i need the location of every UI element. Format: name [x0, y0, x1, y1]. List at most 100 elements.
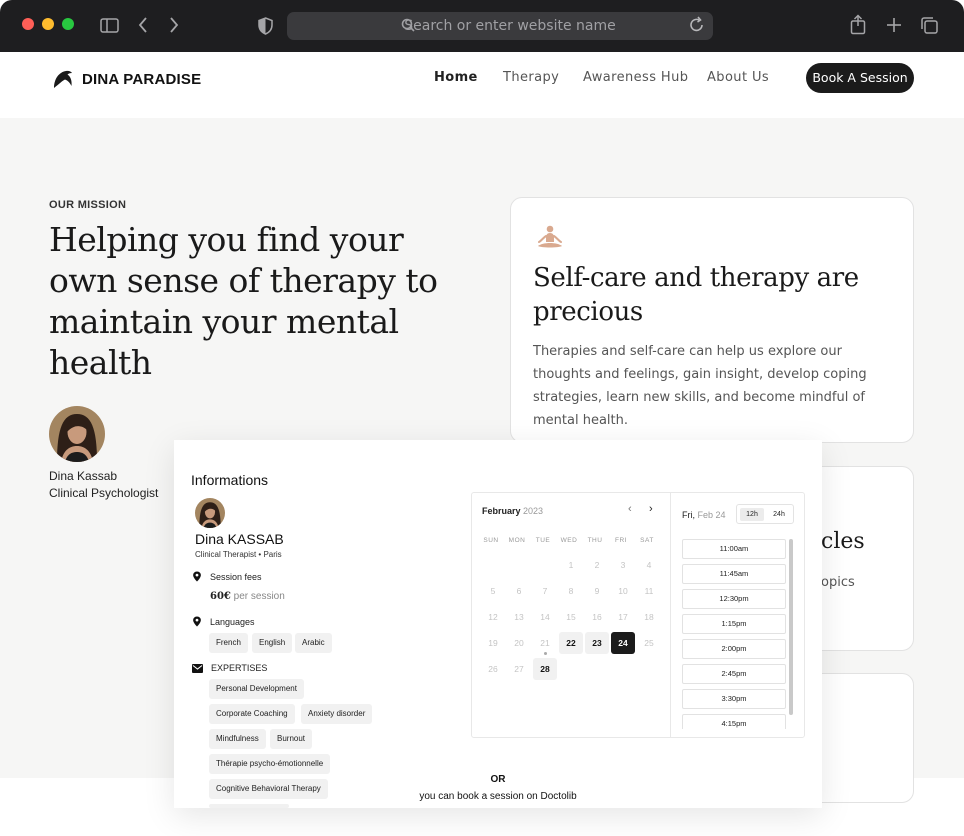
location-pin-icon — [193, 616, 201, 627]
calendar-day: 18 — [644, 612, 654, 622]
time-slot-button[interactable]: 2:45pm — [682, 664, 786, 684]
book-session-button[interactable]: Book A Session — [806, 63, 914, 93]
calendar-day: 1 — [568, 560, 574, 570]
minimize-window-button[interactable] — [42, 18, 54, 30]
section-label: OUR MISSION — [49, 199, 127, 211]
booking-calendar: February 2023 ‹ › SUN MON TUE WED THU FR… — [471, 492, 805, 738]
calendar-day[interactable]: 23 — [585, 632, 609, 654]
calendar-day: 8 — [568, 586, 574, 596]
calendar-day: 16 — [592, 612, 602, 622]
doctolib-link[interactable]: you can book a session on Doctolib — [174, 791, 822, 802]
reload-icon[interactable] — [689, 16, 705, 34]
sidebar-toggle-icon[interactable] — [100, 18, 119, 33]
address-placeholder: Search or enter website name — [404, 18, 616, 34]
mission-heading: Helping you find your own sense of thera… — [49, 220, 438, 382]
calendar-day: 4 — [646, 560, 652, 570]
time-slot-button[interactable]: 4:15pm — [682, 714, 786, 729]
calendar-day: 27 — [514, 664, 524, 674]
articles-title: cles — [821, 529, 865, 554]
selfcare-text: Therapies and self-care can help us expl… — [533, 344, 867, 428]
today-marker — [543, 652, 547, 655]
selected-date-label: Fri, Feb 24 — [682, 510, 726, 520]
calendar-day: 15 — [566, 612, 576, 622]
close-window-button[interactable] — [22, 18, 34, 30]
languages-label: Languages — [210, 616, 255, 627]
time-slot-button[interactable]: 2:00pm — [682, 639, 786, 659]
calendar-day[interactable]: 24 — [611, 632, 635, 654]
site-header: DINA PARADISE Home Therapy Awareness Hub… — [0, 52, 964, 118]
weekday-label: TUE — [535, 537, 551, 544]
calendar-day: 3 — [620, 560, 626, 570]
calendar-day: 6 — [516, 586, 522, 596]
languages-row: Languages — [192, 616, 255, 627]
hour-format-toggle: 12h 24h — [736, 504, 794, 524]
forward-icon[interactable] — [168, 16, 180, 34]
browser-toolbar: Search or enter website name — [0, 0, 964, 52]
expertise-tag: Anxiety disorder — [301, 704, 373, 724]
weekday-label: FRI — [615, 537, 627, 544]
expertise-tag: Mindfulness — [209, 729, 266, 749]
time-slot-list: 11:00am 11:45am 12:30pm 1:15pm 2:00pm 2:… — [682, 539, 788, 729]
expertise-tag: Corporate Coaching — [209, 704, 295, 724]
share-icon[interactable] — [850, 14, 866, 35]
hour-format-12h-button[interactable]: 12h — [740, 508, 764, 521]
calendar-day: 13 — [514, 612, 524, 622]
doctor-name: Dina KASSAB — [195, 531, 284, 547]
calendar-day: 5 — [490, 586, 496, 596]
calendar-day: 10 — [618, 586, 628, 596]
therapist-name: Dina Kassab — [49, 469, 118, 483]
calendar-day: 20 — [514, 638, 524, 648]
time-slot-button[interactable]: 11:45am — [682, 564, 786, 584]
time-slot-button[interactable]: 3:30pm — [682, 689, 786, 709]
nav-home[interactable]: Home — [434, 70, 478, 85]
calendar-day[interactable]: 28 — [533, 658, 557, 680]
hour-format-24h-button[interactable]: 24h — [767, 508, 791, 521]
site-logo[interactable]: DINA PARADISE — [52, 69, 201, 89]
divider — [670, 493, 671, 737]
zoom-window-button[interactable] — [62, 18, 74, 30]
selfcare-card: Self-care and therapy are precious Thera… — [510, 197, 914, 443]
articles-text: opics — [821, 575, 855, 590]
expertise-tag: Personal Development — [209, 679, 304, 699]
location-pin-icon — [193, 571, 201, 582]
session-fees-row: Session fees — [192, 571, 262, 582]
back-icon[interactable] — [137, 16, 149, 34]
next-month-button[interactable]: › — [649, 503, 653, 515]
calendar-day: 17 — [618, 612, 628, 622]
calendar-month: February 2023 — [482, 506, 544, 516]
nav-awareness-hub[interactable]: Awareness Hub — [583, 70, 688, 85]
expertise-tag: Thérapie psycho-émotionnelle — [209, 754, 331, 774]
meditation-icon — [538, 225, 562, 248]
time-slot-button[interactable]: 1:15pm — [682, 614, 786, 634]
new-tab-icon[interactable] — [886, 17, 902, 33]
calendar-day: 9 — [594, 586, 600, 596]
avatar — [49, 406, 105, 462]
tab-overview-icon[interactable] — [920, 16, 939, 35]
browser-window: Search or enter website name DINA PARADI… — [0, 0, 964, 836]
time-slot-button[interactable]: 11:00am — [682, 539, 786, 559]
calendar-day: 14 — [540, 612, 550, 622]
prev-month-button[interactable]: ‹ — [628, 503, 632, 515]
language-tag: English — [252, 633, 293, 653]
calendar-day: 11 — [644, 586, 654, 596]
weekday-label: SUN — [483, 537, 499, 544]
avatar — [195, 498, 225, 528]
time-slot-button[interactable]: 12:30pm — [682, 589, 786, 609]
address-bar[interactable]: Search or enter website name — [287, 12, 713, 40]
language-tag: Arabic — [295, 633, 332, 653]
calendar-day: 19 — [488, 638, 498, 648]
weekday-label: SAT — [640, 537, 654, 544]
time-slot-scrollbar[interactable] — [789, 539, 793, 715]
shield-icon[interactable] — [258, 17, 273, 35]
nav-therapy[interactable]: Therapy — [503, 70, 559, 85]
panel-title: Informations — [191, 472, 269, 488]
calendar-day: 2 — [594, 560, 600, 570]
doctor-subtitle: Clinical Therapist • Paris — [195, 550, 282, 559]
calendar-day[interactable]: 22 — [559, 632, 583, 654]
calendar-day: 21 — [540, 638, 550, 648]
expertise-tag: Burnout — [270, 729, 313, 749]
nav-about-us[interactable]: About Us — [707, 70, 769, 85]
language-tag: French — [209, 633, 248, 653]
weekday-label: THU — [587, 537, 603, 544]
therapist-role: Clinical Psychologist — [49, 486, 159, 500]
